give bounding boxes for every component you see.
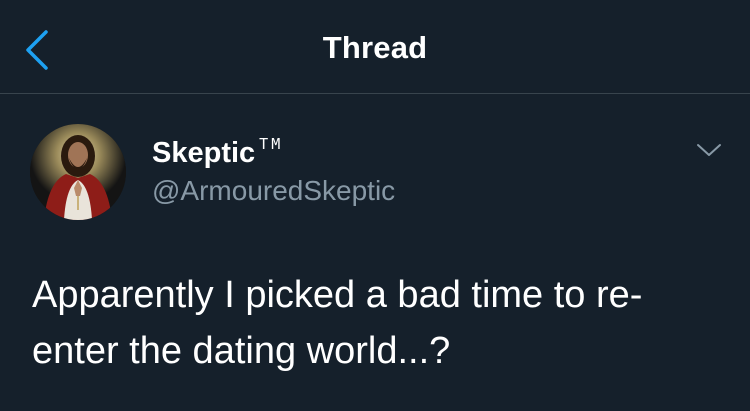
thread-screen: Thread Skeptic TM @ArmouredSkeptic Appar… [0, 0, 750, 411]
display-name: Skeptic [152, 137, 256, 169]
thread-header: Thread [0, 0, 750, 94]
avatar[interactable] [30, 124, 126, 220]
tweet-menu-button[interactable] [694, 139, 724, 161]
author-name[interactable]: Skeptic TM [152, 135, 283, 170]
page-title: Thread [322, 30, 428, 65]
trademark-badge: TM [259, 135, 284, 153]
tweet[interactable]: Skeptic TM @ArmouredSkeptic Apparently I … [0, 95, 750, 411]
tweet-text: Apparently I picked a bad time to re-ent… [32, 274, 643, 372]
chevron-down-icon [697, 144, 721, 156]
jesus-portrait-avatar [30, 124, 126, 220]
user-handle[interactable]: @ArmouredSkeptic [152, 175, 395, 207]
